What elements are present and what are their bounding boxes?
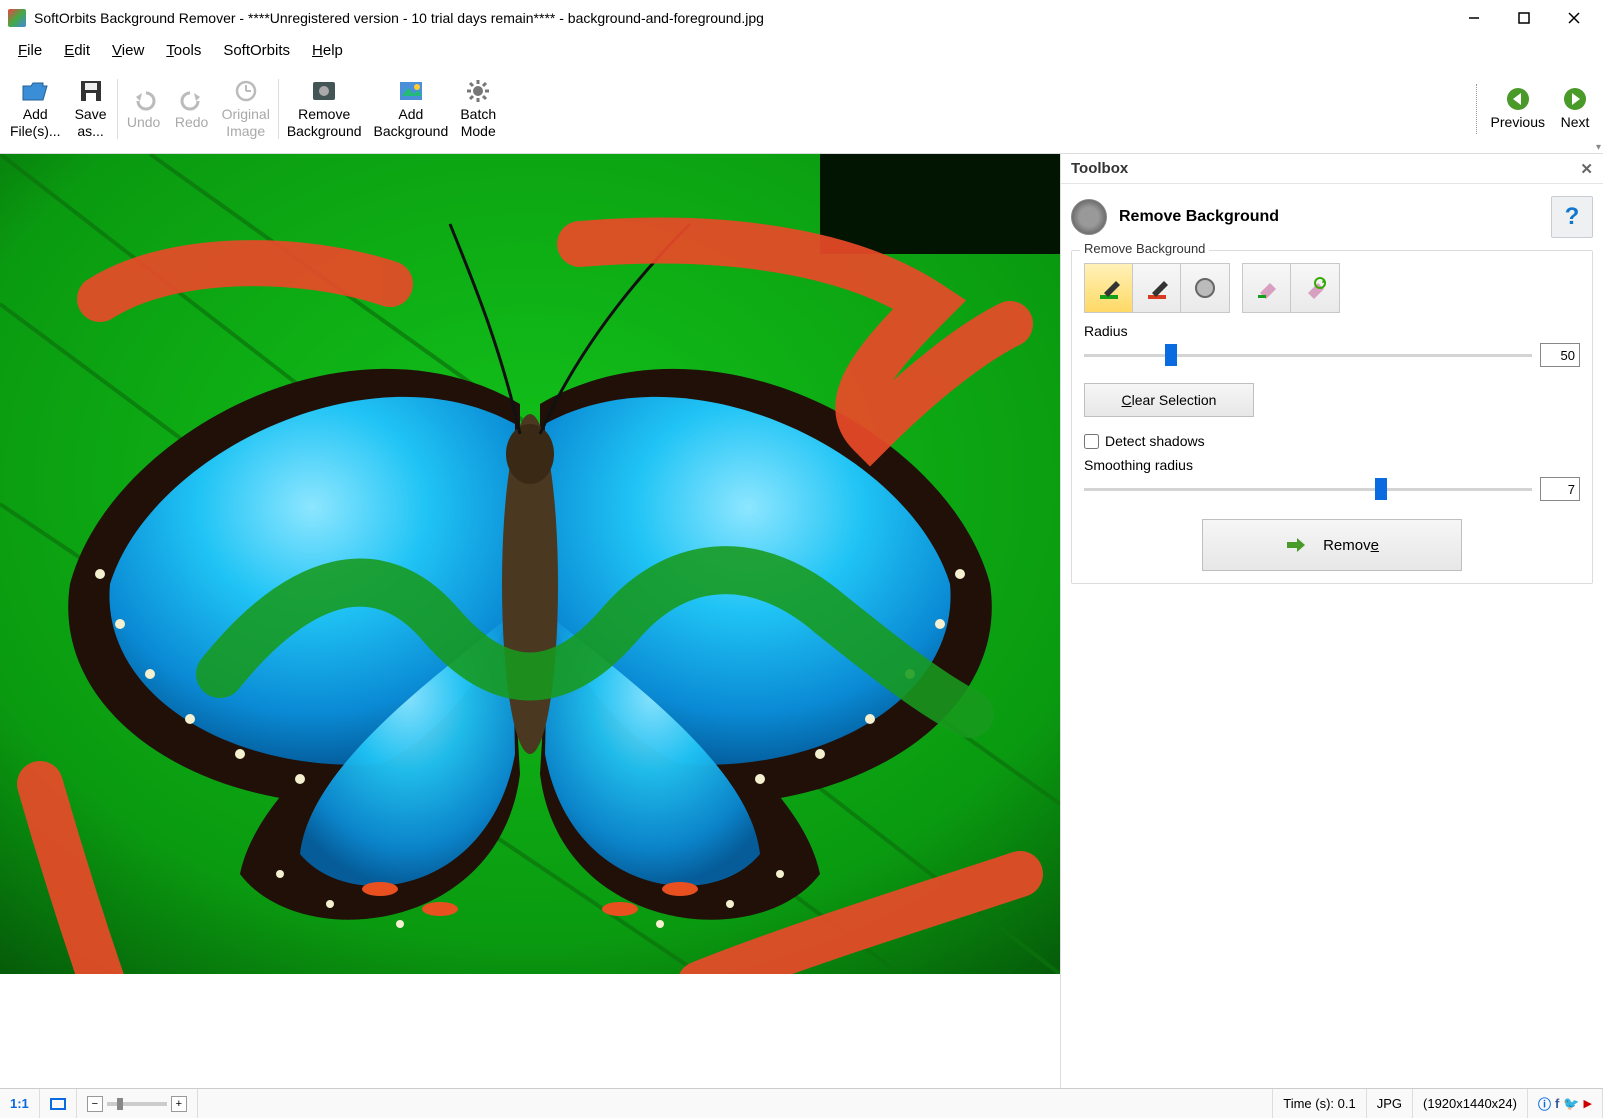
add-background-label: Add Background xyxy=(374,106,449,138)
batch-mode-label: Batch Mode xyxy=(460,106,496,138)
radius-label: Radius xyxy=(1084,323,1580,339)
batch-mode-button[interactable]: Batch Mode xyxy=(454,69,502,149)
previous-label: Previous xyxy=(1491,114,1545,130)
close-button[interactable] xyxy=(1549,1,1599,35)
remove-bg-icon xyxy=(309,78,339,104)
redo-button[interactable]: Redo xyxy=(168,69,216,149)
menu-tools[interactable]: Tools xyxy=(158,40,209,61)
menu-file[interactable]: File xyxy=(10,40,50,61)
marker-tool-row xyxy=(1084,263,1580,313)
undo-button[interactable]: Undo xyxy=(120,69,168,149)
image-canvas[interactable] xyxy=(0,154,1060,1088)
add-background-button[interactable]: Add Background xyxy=(368,69,455,149)
green-marker-tool[interactable] xyxy=(1085,264,1133,312)
previous-button[interactable]: Previous xyxy=(1485,69,1551,149)
arrow-right-icon xyxy=(1285,536,1307,554)
zoom-control[interactable]: − + xyxy=(77,1089,198,1118)
arrow-right-icon xyxy=(1560,86,1590,112)
app-icon xyxy=(8,9,26,27)
facebook-icon[interactable]: f xyxy=(1555,1096,1559,1111)
status-time: Time (s): 0.1 xyxy=(1273,1089,1366,1118)
zoom-ratio[interactable]: 1:1 xyxy=(0,1089,40,1118)
smoothing-input[interactable] xyxy=(1540,477,1580,501)
radius-input[interactable] xyxy=(1540,343,1580,367)
add-bg-icon xyxy=(396,78,426,104)
toolbar: Add File(s)... Save as... Undo Redo Orig… xyxy=(0,64,1603,154)
save-as-button[interactable]: Save as... xyxy=(67,69,115,149)
clear-selection-button[interactable]: Clear Selection xyxy=(1084,383,1254,417)
original-image-button[interactable]: Original Image xyxy=(216,69,276,149)
smoothing-slider[interactable] xyxy=(1084,479,1532,499)
right-panel: Toolbox ✕ Remove Background ? Remove Bac… xyxy=(1060,154,1603,1088)
social-links: ⓘ f 🐦 ▶ xyxy=(1528,1089,1603,1118)
menubar: File Edit View Tools SoftOrbits Help xyxy=(0,36,1603,64)
zoom-in-icon[interactable]: + xyxy=(171,1096,187,1112)
status-dimensions: (1920x1440x24) xyxy=(1413,1089,1528,1118)
add-files-button[interactable]: Add File(s)... xyxy=(4,69,67,149)
refresh-tool[interactable] xyxy=(1291,264,1339,312)
remove-button[interactable]: Remove xyxy=(1202,519,1462,571)
window-title: SoftOrbits Background Remover - ****Unre… xyxy=(34,10,1449,26)
undo-icon xyxy=(129,86,159,112)
group-label: Remove Background xyxy=(1080,241,1209,256)
redo-label: Redo xyxy=(175,114,208,130)
info-icon[interactable]: ⓘ xyxy=(1538,1094,1551,1113)
radius-slider[interactable] xyxy=(1084,345,1532,365)
twitter-icon[interactable]: 🐦 xyxy=(1563,1096,1579,1112)
menu-help[interactable]: Help xyxy=(304,40,351,61)
save-as-label: Save as... xyxy=(75,106,107,138)
add-files-label: Add File(s)... xyxy=(10,106,61,138)
section-title: Remove Background xyxy=(1119,208,1539,226)
save-icon xyxy=(76,78,106,104)
remove-background-group: Remove Background Radius xyxy=(1071,250,1593,584)
toolbar-overflow-icon[interactable]: ▾ xyxy=(1596,142,1601,153)
titlebar: SoftOrbits Background Remover - ****Unre… xyxy=(0,0,1603,36)
original-image-label: Original Image xyxy=(222,106,270,138)
status-format: JPG xyxy=(1367,1089,1413,1118)
eraser-tool[interactable] xyxy=(1181,264,1229,312)
detect-shadows-checkbox[interactable]: Detect shadows xyxy=(1084,433,1580,449)
remove-background-button[interactable]: Remove Background xyxy=(281,69,368,149)
menu-softorbits[interactable]: SoftOrbits xyxy=(215,40,298,61)
fit-screen-button[interactable] xyxy=(40,1089,77,1118)
toolbox-title: Toolbox xyxy=(1071,160,1128,177)
tool-mode-icon xyxy=(1071,199,1107,235)
smoothing-label: Smoothing radius xyxy=(1084,457,1580,473)
zoom-out-icon[interactable]: − xyxy=(87,1096,103,1112)
help-button[interactable]: ? xyxy=(1551,196,1593,238)
remove-background-label: Remove Background xyxy=(287,106,362,138)
clock-icon xyxy=(231,78,261,104)
folder-open-icon xyxy=(20,78,50,104)
arrow-left-icon xyxy=(1503,86,1533,112)
next-button[interactable]: Next xyxy=(1551,69,1599,149)
statusbar: 1:1 − + Time (s): 0.1 JPG (1920x1440x24)… xyxy=(0,1088,1603,1118)
toolbox-header: Toolbox ✕ xyxy=(1061,154,1603,184)
detect-shadows-input[interactable] xyxy=(1084,434,1099,449)
gear-icon xyxy=(463,78,493,104)
canvas-content xyxy=(0,154,1060,974)
toolbox-body: Remove Background ? Remove Background xyxy=(1061,184,1603,596)
eraser-green-tool[interactable] xyxy=(1243,264,1291,312)
undo-label: Undo xyxy=(127,114,160,130)
detect-shadows-label: Detect shadows xyxy=(1105,433,1205,449)
menu-view[interactable]: View xyxy=(104,40,152,61)
youtube-icon[interactable]: ▶ xyxy=(1584,1097,1592,1110)
maximize-button[interactable] xyxy=(1499,1,1549,35)
minimize-button[interactable] xyxy=(1449,1,1499,35)
red-marker-tool[interactable] xyxy=(1133,264,1181,312)
menu-edit[interactable]: Edit xyxy=(56,40,98,61)
workarea: Toolbox ✕ Remove Background ? Remove Bac… xyxy=(0,154,1603,1088)
redo-icon xyxy=(177,86,207,112)
next-label: Next xyxy=(1561,114,1590,130)
toolbox-close-icon[interactable]: ✕ xyxy=(1580,160,1593,178)
